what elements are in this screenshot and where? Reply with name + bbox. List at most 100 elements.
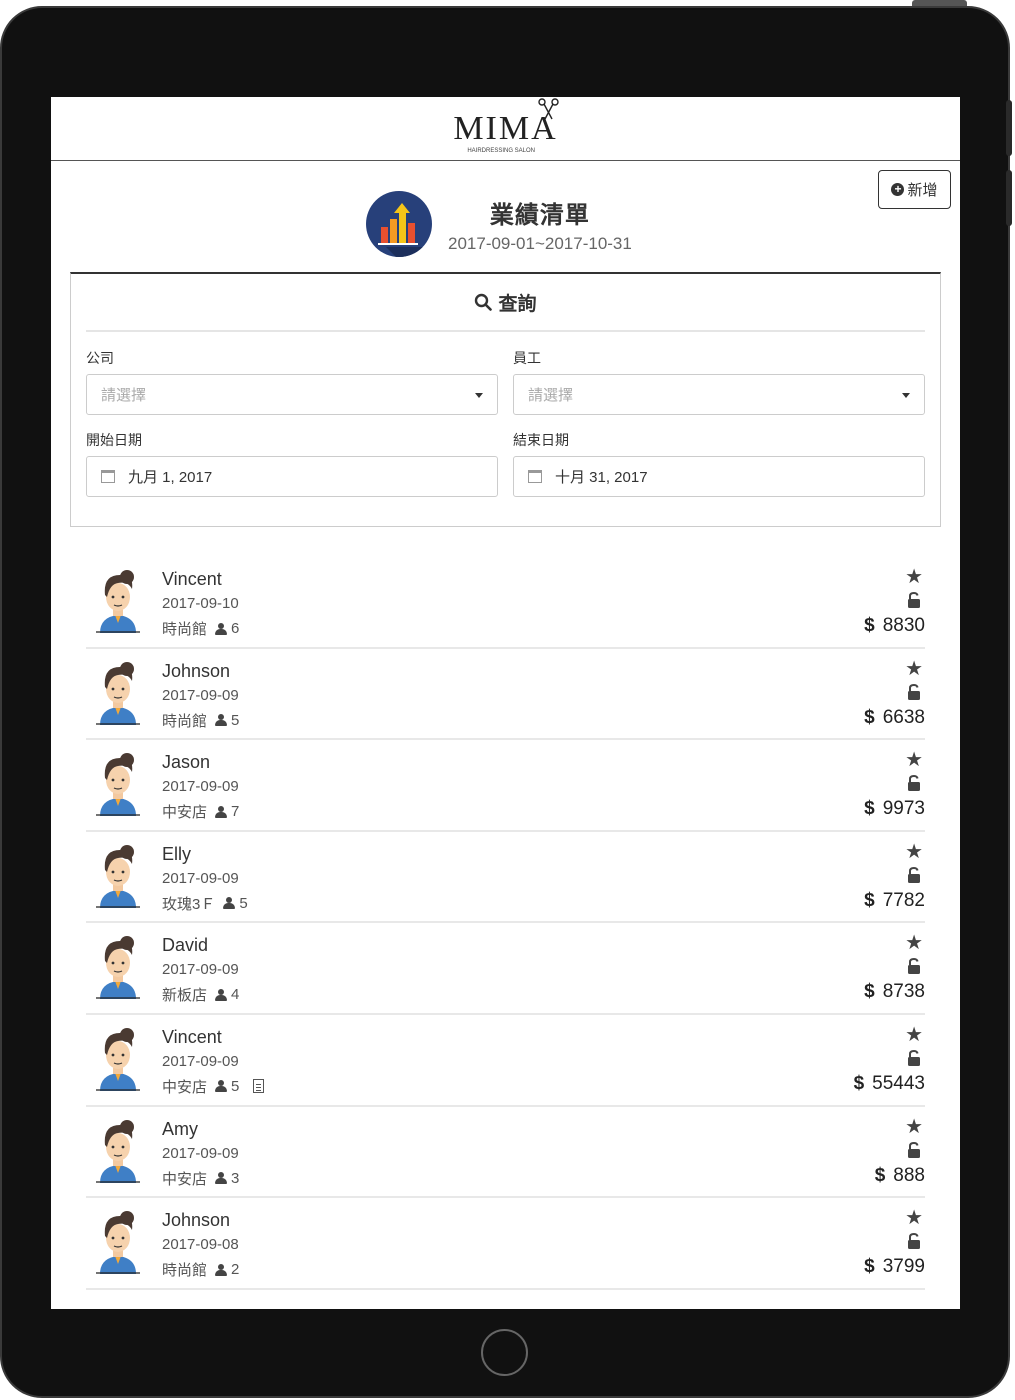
unlock-icon[interactable]	[907, 683, 921, 700]
staff-name: Elly	[162, 843, 192, 864]
staff-name: Vincent	[162, 569, 222, 589]
user-icon	[215, 1263, 228, 1276]
query-header[interactable]: 查詢	[86, 274, 925, 332]
plus-circle-icon: +	[891, 183, 905, 196]
unlock-icon[interactable]	[907, 775, 921, 792]
company-field: 公司 請選擇	[86, 348, 498, 415]
volume-up-button	[1006, 100, 1012, 156]
user-icon	[215, 1172, 228, 1185]
avatar	[96, 661, 140, 725]
star-icon[interactable]: ★	[905, 1025, 923, 1045]
amount-value: 6638	[882, 706, 925, 728]
performance-list: Vincent 2017-09-10 時尚館 6 ★ $8830 Johnson…	[86, 557, 925, 1290]
store-name: 時尚館	[162, 621, 208, 638]
logo-subtitle: HAIRDRESSING SALON	[467, 147, 536, 154]
unlock-icon[interactable]	[907, 1049, 921, 1066]
staff-label: 員工	[513, 350, 541, 366]
record-meta: 玫瑰3Ｆ 5	[162, 893, 248, 914]
record-meta: 中安店 3	[162, 1168, 239, 1189]
list-item[interactable]: Johnson 2017-09-09 時尚館 5 ★ $6638	[86, 649, 925, 741]
staff-name: Johnson	[162, 660, 231, 681]
staff-select[interactable]: 請選擇	[513, 374, 925, 415]
unlock-icon[interactable]	[907, 958, 921, 975]
store-name: 中安店	[162, 1170, 208, 1188]
document-icon[interactable]	[253, 1079, 265, 1094]
currency-symbol: $	[874, 1164, 886, 1186]
unlock-icon[interactable]	[907, 1233, 921, 1250]
star-icon[interactable]: ★	[905, 750, 923, 770]
query-panel: 查詢 公司 請選擇 員工 請選擇 開始日期 九月 1, 2017 結束日期 十月…	[70, 272, 941, 527]
record-date: 2017-09-09	[162, 1052, 239, 1070]
currency-symbol: $	[853, 1072, 865, 1094]
brand-logo[interactable]: MIMA HAIRDRESSING SALON	[453, 97, 559, 154]
start-date-value: 九月 1, 2017	[128, 469, 213, 486]
store-name: 新板店	[162, 987, 208, 1005]
avatar	[96, 936, 140, 1000]
list-item[interactable]: Elly 2017-09-09 玫瑰3Ｆ 5 ★ $7782	[86, 832, 925, 924]
staff-name: Jason	[162, 752, 211, 773]
store-name: 中安店	[162, 1078, 208, 1096]
calendar-icon	[101, 470, 115, 483]
currency-symbol: $	[864, 706, 875, 728]
record-meta: 新板店 4	[162, 984, 239, 1005]
app-screen: MIMA HAIRDRESSING SALON + 新增 業績清單 2017-0…	[51, 97, 960, 1309]
star-icon[interactable]: ★	[905, 1208, 923, 1228]
record-date: 2017-09-09	[162, 869, 239, 887]
customer-count: 5	[231, 711, 240, 729]
page-date-range: 2017-09-01~2017-10-31	[448, 233, 632, 253]
search-icon	[475, 293, 493, 311]
customer-count: 5	[231, 1077, 240, 1095]
currency-symbol: $	[864, 889, 875, 911]
record-amount: $6638	[864, 707, 925, 729]
list-item[interactable]: David 2017-09-09 新板店 4 ★ $8738	[86, 923, 925, 1015]
amount-value: 8830	[882, 615, 925, 636]
end-date-input[interactable]: 十月 31, 2017	[513, 456, 925, 497]
page-title: 業績清單	[489, 201, 590, 229]
record-amount: $55443	[854, 1073, 925, 1095]
currency-symbol: $	[864, 1256, 875, 1278]
staff-name: Vincent	[162, 1026, 222, 1047]
customer-count: 5	[239, 894, 248, 912]
add-button[interactable]: + 新增	[878, 170, 951, 209]
unlock-icon[interactable]	[907, 592, 921, 608]
record-meta: 中安店 5	[162, 1076, 265, 1097]
avatar	[96, 1211, 140, 1275]
bar-chart-icon	[366, 191, 432, 257]
amount-value: 3799	[882, 1256, 925, 1278]
record-date: 2017-09-09	[162, 778, 239, 796]
record-amount: $7782	[864, 890, 925, 912]
list-item[interactable]: Vincent 2017-09-10 時尚館 6 ★ $8830	[86, 557, 925, 649]
star-icon[interactable]: ★	[905, 933, 923, 953]
record-date: 2017-09-09	[162, 961, 239, 979]
star-icon[interactable]: ★	[905, 567, 923, 587]
user-icon	[223, 897, 236, 910]
unlock-icon[interactable]	[907, 866, 921, 883]
record-meta: 中安店 7	[162, 801, 239, 822]
star-icon[interactable]: ★	[905, 659, 923, 679]
amount-value: 888	[893, 1164, 925, 1186]
start-date-field: 開始日期 九月 1, 2017	[86, 430, 498, 497]
unlock-icon[interactable]	[907, 1141, 921, 1158]
star-icon[interactable]: ★	[905, 842, 923, 862]
currency-symbol: $	[864, 615, 875, 636]
store-name: 時尚館	[162, 712, 208, 730]
staff-field: 員工 請選擇	[513, 348, 925, 415]
list-item[interactable]: Amy 2017-09-09 中安店 3 ★ $888	[86, 1107, 925, 1199]
star-icon[interactable]: ★	[905, 1117, 923, 1137]
avatar	[96, 570, 140, 633]
record-amount: $9973	[864, 798, 925, 820]
list-item[interactable]: Johnson 2017-09-08 時尚館 2 ★ $3799	[86, 1198, 925, 1290]
avatar	[96, 844, 140, 908]
home-button	[481, 1329, 528, 1376]
start-date-input[interactable]: 九月 1, 2017	[86, 456, 498, 497]
staff-name: Johnson	[162, 1210, 231, 1231]
list-item[interactable]: Jason 2017-09-09 中安店 7 ★ $9973	[86, 740, 925, 832]
company-select[interactable]: 請選擇	[86, 374, 498, 415]
avatar	[96, 1119, 140, 1183]
end-date-label: 結束日期	[513, 432, 569, 448]
company-placeholder: 請選擇	[101, 387, 147, 404]
list-item[interactable]: Vincent 2017-09-09 中安店 5 ★ $55443	[86, 1015, 925, 1107]
company-label: 公司	[86, 350, 114, 366]
record-date: 2017-09-08	[162, 1236, 239, 1254]
store-name: 玫瑰3Ｆ	[162, 895, 216, 913]
